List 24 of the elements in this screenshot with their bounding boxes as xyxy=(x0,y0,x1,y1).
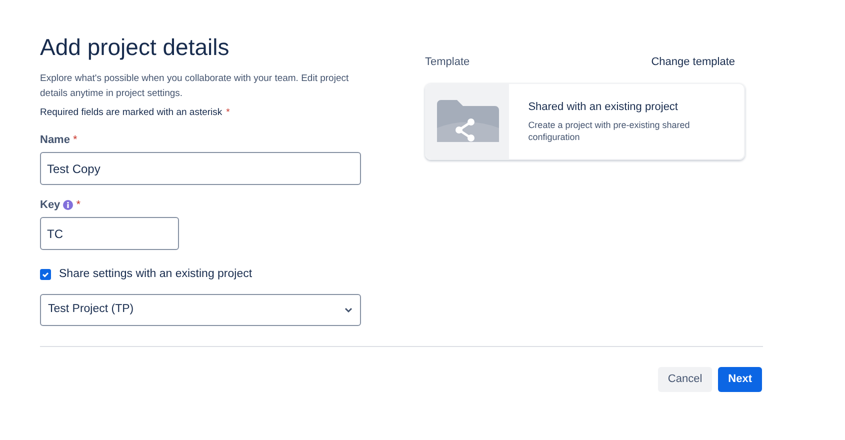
page-title: Add project details xyxy=(40,33,230,61)
required-asterisk: * xyxy=(76,198,80,213)
text-field[interactable]: Test Copy xyxy=(40,152,361,186)
checkbox-label: Share settings with an existing project xyxy=(59,267,252,282)
info-icon xyxy=(63,200,74,210)
required-asterisk: * xyxy=(226,106,230,120)
checkmark-icon xyxy=(41,270,50,280)
template-title: Shared with an existing project xyxy=(528,100,679,115)
field-label: Key xyxy=(40,198,60,213)
shared-folder-icon xyxy=(436,100,499,142)
required-note: Required fields are marked with an asterisk xyxy=(40,106,222,120)
field-label: Name xyxy=(40,133,70,148)
checkbox[interactable] xyxy=(40,269,51,280)
template-card[interactable]: Shared with an existing project Create a project with pre-existing shared configuration xyxy=(425,82,745,160)
template-description: Create a project with pre-existing shared configuration xyxy=(528,119,691,144)
chevron-down-icon xyxy=(344,306,353,312)
cancel-button[interactable]: Cancel xyxy=(658,366,712,392)
required-asterisk: * xyxy=(72,133,78,148)
next-button[interactable]: Next xyxy=(718,366,762,392)
change-template-link[interactable]: Change template xyxy=(651,54,735,70)
text-field[interactable]: TC xyxy=(40,217,179,250)
template-label: Template xyxy=(425,55,470,70)
project-select[interactable]: Test Project (TP) xyxy=(40,294,361,326)
intro-text: Explore what's possible when you collaborate with your team. Edit project details anytime in project settings. xyxy=(40,72,350,101)
